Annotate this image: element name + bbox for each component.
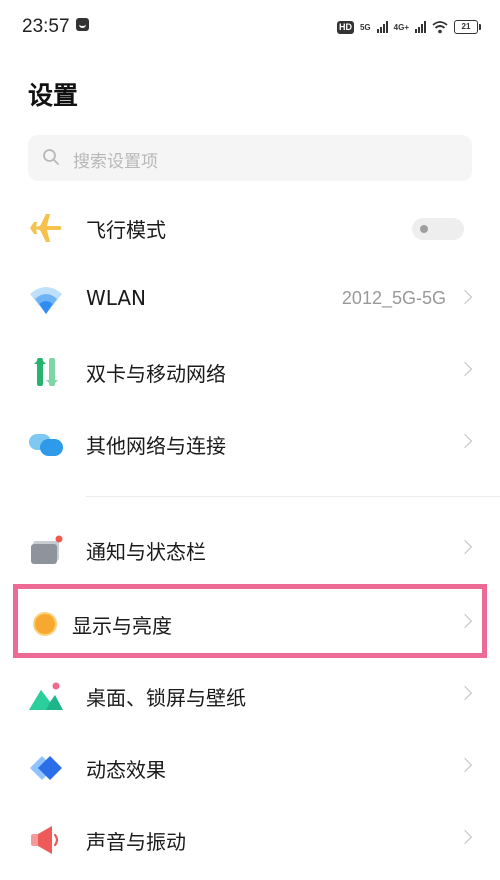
setting-sound-vibration[interactable]: 声音与振动 <box>0 804 500 876</box>
wifi-icon <box>30 287 62 314</box>
setting-motion-effects[interactable]: 动态效果 <box>0 732 500 804</box>
setting-airplane-mode[interactable]: 飞行模式 <box>0 192 500 264</box>
status-bar: 23:57 HD 5G 4G+ 21 <box>0 0 500 56</box>
sim1-signal-icon <box>376 21 388 33</box>
wlan-network-name: 2012_5G-5G <box>341 288 446 308</box>
setting-label: 桌面、锁屏与壁纸 <box>86 686 246 710</box>
dual-sim-icon <box>34 358 58 386</box>
search-icon <box>43 149 59 165</box>
setting-label: 声音与振动 <box>86 830 186 854</box>
hd-badge: HD <box>336 20 354 34</box>
wallpaper-icon <box>29 682 63 710</box>
setting-notifications[interactable]: 通知与状态栏 <box>0 514 500 586</box>
chevron-right-icon <box>457 289 473 305</box>
status-time: 23:57 <box>22 16 70 37</box>
setting-label: 动态效果 <box>86 758 166 782</box>
sim2-network-type: 4G+ <box>393 22 409 32</box>
chevron-right-icon <box>457 433 473 449</box>
highlight-frame <box>13 584 487 658</box>
chevron-right-icon <box>457 539 473 555</box>
search-placeholder: 搜索设置项 <box>73 152 158 172</box>
cloud-link-icon <box>29 434 63 456</box>
setting-label: 双卡与移动网络 <box>86 362 226 386</box>
speaker-icon <box>31 826 59 854</box>
section-divider <box>86 496 500 497</box>
airplane-icon <box>30 214 62 242</box>
setting-wallpaper[interactable]: 桌面、锁屏与壁纸 <box>0 660 500 732</box>
message-notification-icon <box>76 18 89 31</box>
setting-dual-sim[interactable]: 双卡与移动网络 <box>0 336 500 408</box>
setting-wlan[interactable]: WLAN 2012_5G-5G <box>0 264 500 336</box>
wifi-status-icon <box>432 21 448 34</box>
sim1-network-label: 5G <box>360 23 371 32</box>
chevron-right-icon <box>457 829 473 845</box>
setting-label: 飞行模式 <box>86 218 166 242</box>
setting-label: 其他网络与连接 <box>86 434 226 458</box>
search-input[interactable]: 搜索设置项 <box>28 135 472 181</box>
battery-icon: 21 <box>454 20 481 34</box>
chevron-right-icon <box>457 757 473 773</box>
page-title: 设置 <box>28 81 79 110</box>
setting-label: 通知与状态栏 <box>86 540 206 564</box>
sim2-network-label: 4G+ <box>394 23 409 32</box>
setting-other-networks[interactable]: 其他网络与连接 <box>0 408 500 480</box>
notification-icon <box>31 535 63 564</box>
toggle-knob <box>420 225 428 233</box>
sim2-signal-icon <box>415 21 426 33</box>
status-indicators: HD 5G 4G+ 21 <box>336 16 481 38</box>
motion-effects-icon <box>30 756 62 780</box>
sim1-network-type: 5G <box>359 22 371 32</box>
airplane-mode-toggle[interactable] <box>412 218 464 240</box>
chevron-right-icon <box>457 361 473 377</box>
setting-label: WLAN <box>86 286 147 310</box>
chevron-right-icon <box>457 685 473 701</box>
